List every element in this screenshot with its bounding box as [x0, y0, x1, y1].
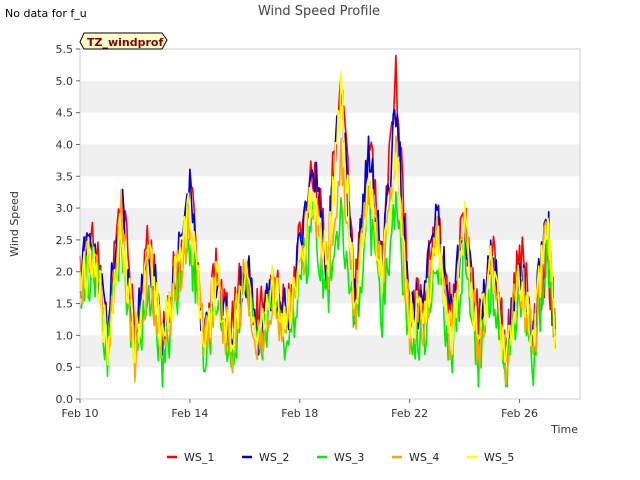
chart-title: Wind Speed Profile: [258, 4, 380, 19]
y-tick-label: 4.5: [56, 107, 74, 120]
legend-label: WS_2: [259, 451, 289, 464]
no-data-note: No data for f_u: [5, 7, 87, 20]
legend: WS_1 WS_2 WS_3 WS_4 WS_5: [167, 451, 514, 464]
y-tick-label: 3.5: [56, 170, 74, 183]
y-axis: 0.0 0.5 1.0 1.5 2.0 2.5 3.0 3.5 4.0 4.5 5.0 5.5: [56, 43, 80, 406]
x-tick-label: Feb 10: [62, 407, 99, 420]
x-tick-label: Feb 26: [501, 407, 538, 420]
y-tick-label: 1.0: [56, 329, 74, 342]
y-tick-label: 5.0: [56, 75, 74, 88]
y-tick-label: 5.5: [56, 43, 74, 56]
legend-label: WS_3: [334, 451, 364, 464]
series-tag-label: TZ_windprof: [87, 36, 163, 49]
x-axis-title: Time: [550, 423, 578, 436]
y-tick-label: 0.5: [56, 361, 74, 374]
legend-label: WS_5: [484, 451, 514, 464]
y-tick-label: 2.0: [56, 266, 74, 279]
x-tick-label: Feb 18: [281, 407, 318, 420]
y-tick-label: 1.5: [56, 298, 74, 311]
y-tick-label: 0.0: [56, 393, 74, 406]
wind-speed-chart: No data for f_u Wind Speed Profile 0.00.…: [5, 4, 581, 464]
grid-band: [80, 144, 580, 177]
legend-label: WS_4: [409, 451, 439, 464]
y-axis-title: Wind Speed: [8, 191, 21, 257]
x-tick-label: Feb 22: [391, 407, 428, 420]
grid-band: [80, 80, 580, 113]
series-tag: TZ_windprof: [79, 32, 168, 50]
x-tick-label: Feb 14: [171, 407, 208, 420]
y-tick-label: 2.5: [56, 234, 74, 247]
y-tick-label: 3.0: [56, 202, 74, 215]
legend-label: WS_1: [184, 451, 214, 464]
x-axis: Feb 10 Feb 14 Feb 18 Feb 22 Feb 26: [62, 399, 538, 420]
y-tick-label: 4.0: [56, 138, 74, 151]
